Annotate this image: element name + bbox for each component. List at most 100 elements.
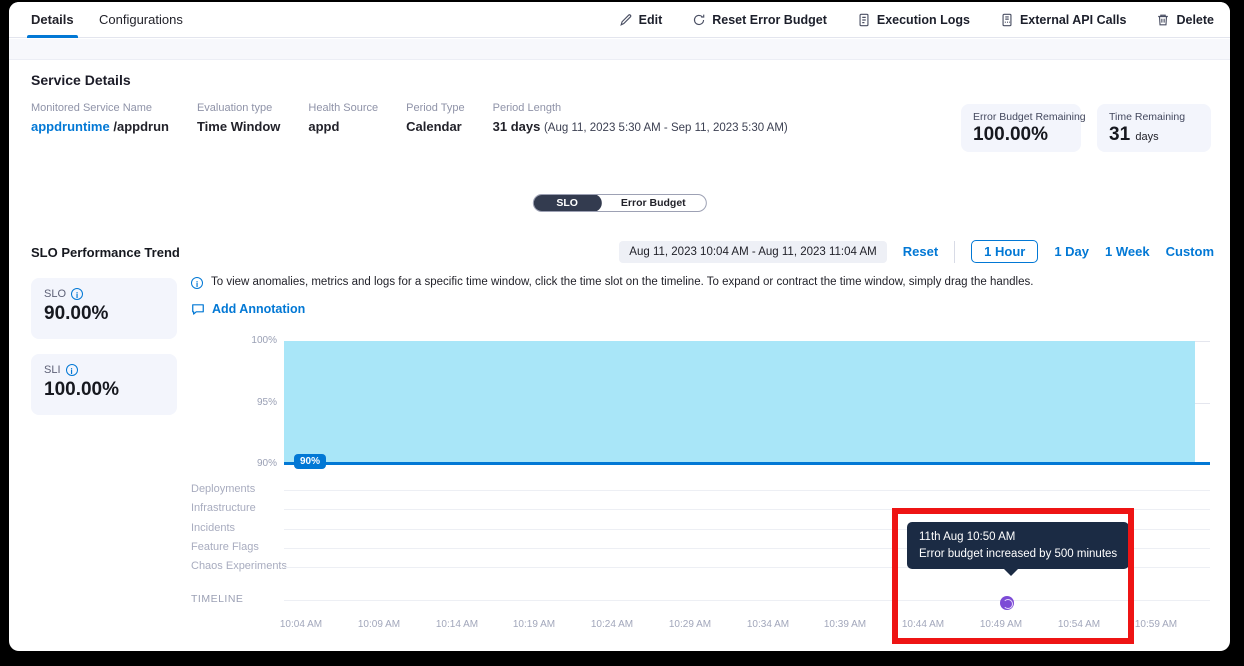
- field-value: appd: [308, 119, 378, 134]
- range-1hour-button[interactable]: 1 Hour: [971, 240, 1038, 263]
- document-icon: [857, 13, 871, 27]
- metric-label: Time Remaining: [1109, 111, 1199, 123]
- tooltip-caret: [1003, 568, 1019, 576]
- trash-icon: [1156, 13, 1170, 27]
- lane-chaos-experiments: Chaos Experiments: [191, 560, 287, 572]
- trend-controls: Aug 11, 2023 10:04 AM - Aug 11, 2023 11:…: [619, 240, 1214, 263]
- annotation-tooltip: 11th Aug 10:50 AM Error budget increased…: [907, 522, 1129, 569]
- service-details-title: Service Details: [31, 72, 131, 88]
- timeline-hint-text: To view anomalies, metrics and logs for …: [211, 276, 1033, 288]
- monitored-service-env: /appdrun: [113, 119, 169, 134]
- ytick-100: 100%: [237, 335, 277, 346]
- slo-errorbudget-toggle: SLO Error Budget: [532, 194, 706, 212]
- lane-timeline: TIMELINE: [191, 593, 243, 605]
- field-label: Period Type: [406, 102, 465, 114]
- header-divider-strip: [9, 39, 1230, 60]
- execution-logs-button[interactable]: Execution Logs: [857, 13, 970, 27]
- annotation-marker-icon[interactable]: [1000, 596, 1014, 610]
- range-custom-button[interactable]: Custom: [1166, 244, 1214, 259]
- lane-line: [284, 600, 1210, 601]
- annotation-tooltip-title: 11th Aug 10:50 AM: [919, 531, 1117, 543]
- field-value: Time Window: [197, 119, 280, 134]
- edit-button[interactable]: Edit: [619, 13, 663, 27]
- lane-feature-flags: Feature Flags: [191, 541, 259, 553]
- range-1week-button[interactable]: 1 Week: [1105, 244, 1150, 259]
- field-label: Monitored Service Name: [31, 102, 169, 114]
- sli-area-series[interactable]: [284, 341, 1195, 462]
- sli-info-icon[interactable]: i: [66, 364, 78, 376]
- field-label: Health Source: [308, 102, 378, 114]
- execution-logs-label: Execution Logs: [877, 13, 970, 27]
- xtick[interactable]: 10:19 AM: [503, 619, 565, 630]
- slo-card-value: 90.00%: [44, 303, 164, 325]
- service-details-fields: Monitored Service Name appdruntime /appd…: [31, 102, 788, 134]
- metric-value: 100.00%: [973, 124, 1069, 146]
- xtick[interactable]: 10:39 AM: [814, 619, 876, 630]
- date-range-display[interactable]: Aug 11, 2023 10:04 AM - Aug 11, 2023 11:…: [619, 241, 886, 263]
- field-label: Evaluation type: [197, 102, 280, 114]
- slo-target-badge: 90%: [294, 454, 326, 469]
- lane-line: [284, 509, 1210, 510]
- info-icon: i: [191, 277, 203, 289]
- toggle-error-budget[interactable]: Error Budget: [601, 195, 706, 211]
- slo-info-icon[interactable]: i: [71, 288, 83, 300]
- xtick[interactable]: 10:09 AM: [348, 619, 410, 630]
- xtick[interactable]: 10:04 AM: [270, 619, 332, 630]
- tab-details[interactable]: Details: [31, 2, 74, 38]
- xtick[interactable]: 10:44 AM: [892, 619, 954, 630]
- lane-incidents: Incidents: [191, 522, 235, 534]
- xtick[interactable]: 10:59 AM: [1125, 619, 1187, 630]
- reset-range-button[interactable]: Reset: [903, 244, 938, 259]
- metric-label: Error Budget Remaining: [973, 111, 1069, 123]
- xtick[interactable]: 10:24 AM: [581, 619, 643, 630]
- reset-error-budget-button[interactable]: Reset Error Budget: [692, 13, 827, 27]
- external-api-calls-button[interactable]: External API Calls: [1000, 13, 1127, 27]
- timeline-hint: i To view anomalies, metrics and logs fo…: [191, 276, 1171, 289]
- api-document-icon: [1000, 13, 1014, 27]
- xtick[interactable]: 10:49 AM: [970, 619, 1032, 630]
- time-remaining-card: Time Remaining 31 days: [1097, 104, 1211, 152]
- chat-bubble-icon: [191, 302, 205, 316]
- app-window: Details Configurations Edit Reset Error …: [9, 2, 1230, 651]
- metric-unit: days: [1135, 131, 1158, 143]
- field-value: Calendar: [406, 119, 465, 134]
- lane-deployments: Deployments: [191, 483, 255, 495]
- field-health-source: Health Source appd: [308, 102, 378, 134]
- xtick[interactable]: 10:34 AM: [737, 619, 799, 630]
- delete-button[interactable]: Delete: [1156, 13, 1214, 27]
- ytick-90: 90%: [237, 458, 277, 469]
- field-period-type: Period Type Calendar: [406, 102, 465, 134]
- ytick-95: 95%: [237, 397, 277, 408]
- slo-performance-trend-title: SLO Performance Trend: [31, 245, 180, 260]
- pencil-icon: [619, 13, 633, 27]
- lane-infrastructure: Infrastructure: [191, 502, 256, 514]
- field-label: Period Length: [493, 102, 788, 114]
- slo-card-label: SLO: [44, 288, 66, 300]
- field-period-length: Period Length 31 days (Aug 11, 2023 5:30…: [493, 102, 788, 134]
- reset-error-budget-label: Reset Error Budget: [712, 13, 827, 27]
- annotation-tooltip-body: Error budget increased by 500 minutes: [919, 548, 1117, 560]
- top-tab-bar: Details Configurations Edit Reset Error …: [9, 2, 1230, 38]
- edit-label: Edit: [639, 13, 663, 27]
- external-api-calls-label: External API Calls: [1020, 13, 1127, 27]
- period-length-value: 31 days: [493, 119, 541, 134]
- delete-label: Delete: [1176, 13, 1214, 27]
- monitored-service-link[interactable]: appdruntime: [31, 119, 110, 134]
- slo-card: SLO i 90.00%: [31, 278, 177, 339]
- period-length-dates: (Aug 11, 2023 5:30 AM - Sep 11, 2023 5:3…: [544, 122, 788, 134]
- range-1day-button[interactable]: 1 Day: [1054, 244, 1089, 259]
- field-evaluation-type: Evaluation type Time Window: [197, 102, 280, 134]
- field-monitored-service: Monitored Service Name appdruntime /appd…: [31, 102, 169, 134]
- lane-line: [284, 490, 1210, 491]
- toggle-slo[interactable]: SLO: [532, 194, 602, 212]
- add-annotation-label: Add Annotation: [212, 302, 305, 316]
- reset-icon: [692, 13, 706, 27]
- xtick[interactable]: 10:54 AM: [1048, 619, 1110, 630]
- xtick[interactable]: 10:14 AM: [426, 619, 488, 630]
- xtick[interactable]: 10:29 AM: [659, 619, 721, 630]
- tab-configurations[interactable]: Configurations: [99, 2, 183, 38]
- controls-divider: [954, 241, 955, 263]
- metric-value: 31: [1109, 124, 1130, 145]
- header-actions: Edit Reset Error Budget Execution Logs E…: [619, 2, 1214, 38]
- add-annotation-button[interactable]: Add Annotation: [191, 302, 305, 316]
